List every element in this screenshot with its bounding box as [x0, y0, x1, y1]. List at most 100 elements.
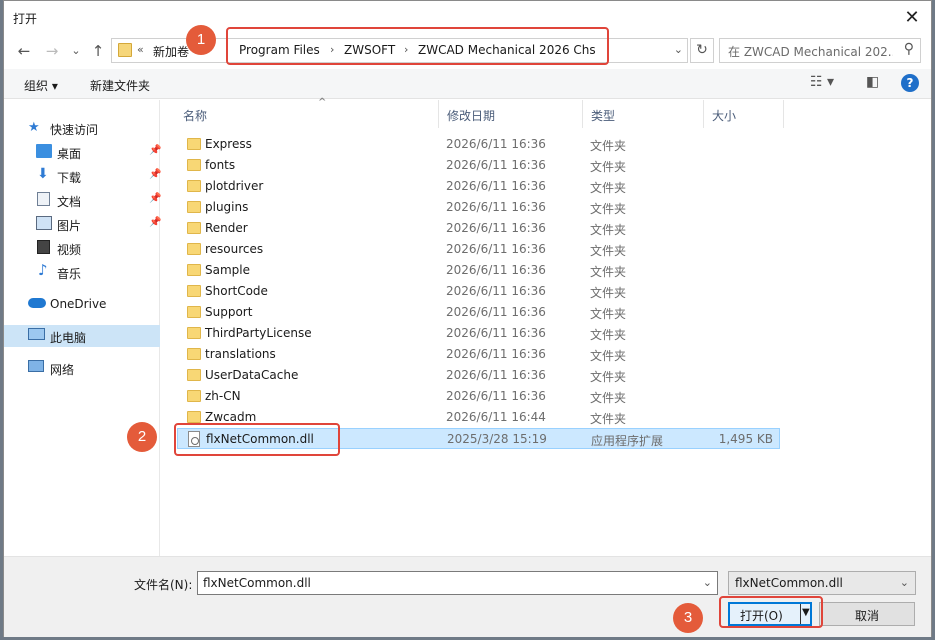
filename-label: 文件名(N): [134, 578, 193, 592]
file-modified-date: 2026/6/11 16:36 [446, 200, 546, 214]
search-placeholder: 在 ZWCAD Mechanical 202... [728, 45, 893, 59]
breadcrumb-volume[interactable]: 新加卷 [153, 43, 189, 60]
computer-icon [28, 328, 45, 340]
file-modified-date: 2026/6/11 16:36 [446, 263, 546, 277]
view-options-icon[interactable]: ☷ ▾ [810, 74, 834, 90]
filename-history-chevron-icon[interactable]: ⌄ [703, 576, 712, 589]
file-type: 文件夹 [590, 244, 627, 258]
file-row-folder[interactable]: Sample 2026/6/11 16:36 文件夹 [177, 260, 780, 281]
pin-icon[interactable]: 📌 [149, 169, 161, 180]
file-modified-date: 2026/6/11 16:36 [446, 158, 546, 172]
sidebar-item-desktop[interactable]: 桌面 📌 [4, 141, 161, 163]
annotation-badge-3: 3 [673, 603, 703, 633]
close-icon[interactable]: ✕ [899, 5, 925, 31]
search-icon[interactable]: ⚲ [904, 41, 914, 57]
folder-icon [187, 348, 201, 360]
help-icon[interactable]: ? [901, 74, 919, 92]
file-name: resources [205, 242, 264, 256]
pin-icon[interactable]: 📌 [149, 193, 161, 204]
column-header-label: 修改日期 [447, 109, 496, 123]
cancel-button[interactable]: 取消 [819, 602, 915, 626]
desktop-icon [36, 144, 52, 158]
file-modified-date: 2026/6/11 16:36 [446, 137, 546, 151]
column-header-name[interactable]: 名称 ^ [175, 97, 439, 128]
refresh-icon[interactable]: ↻ [690, 38, 714, 63]
file-name: Support [205, 305, 253, 319]
file-type: 文件夹 [590, 181, 627, 195]
folder-icon [118, 43, 132, 57]
file-type: 应用程序扩展 [591, 434, 664, 448]
sidebar-item-label: 桌面 [57, 147, 82, 161]
star-icon: ★ [28, 120, 40, 135]
file-row-folder[interactable]: UserDataCache 2026/6/11 16:36 文件夹 [177, 365, 780, 386]
sidebar-item-music[interactable]: ♪ 音乐 [4, 261, 160, 283]
file-type: 文件夹 [590, 139, 627, 153]
recent-locations-chevron-icon[interactable]: ⌄ [66, 41, 86, 61]
file-row-folder[interactable]: plotdriver 2026/6/11 16:36 文件夹 [177, 176, 780, 197]
file-modified-date: 2026/6/11 16:36 [446, 284, 546, 298]
filename-input[interactable]: flxNetCommon.dll ⌄ [197, 571, 718, 595]
file-row-folder[interactable]: zh-CN 2026/6/11 16:36 文件夹 [177, 386, 780, 407]
file-modified-date: 2026/6/11 16:36 [446, 347, 546, 361]
pin-icon[interactable]: 📌 [149, 217, 161, 228]
sidebar-item-videos[interactable]: 视频 [4, 237, 160, 259]
file-row-folder[interactable]: ShortCode 2026/6/11 16:36 文件夹 [177, 281, 780, 302]
forward-arrow-icon[interactable]: → [42, 41, 62, 61]
sidebar-item-label: 视频 [57, 243, 82, 257]
filetype-chevron-icon[interactable]: ⌄ [900, 576, 909, 589]
sidebar-item-this-pc[interactable]: 此电脑 [4, 325, 160, 347]
file-type: 文件夹 [590, 391, 627, 405]
file-type: 文件夹 [590, 286, 627, 300]
folder-icon [187, 222, 201, 234]
column-header-date[interactable]: 修改日期 [439, 100, 583, 128]
file-row-folder[interactable]: Support 2026/6/11 16:36 文件夹 [177, 302, 780, 323]
annotation-badge-2: 2 [127, 422, 157, 452]
new-folder-button[interactable]: 新建文件夹 [90, 77, 150, 94]
file-name: Render [205, 221, 248, 235]
file-row-folder[interactable]: resources 2026/6/11 16:36 文件夹 [177, 239, 780, 260]
column-header-type[interactable]: 类型 [583, 100, 704, 128]
search-input[interactable]: 在 ZWCAD Mechanical 202... ⚲ [719, 38, 921, 63]
file-row-folder[interactable]: fonts 2026/6/11 16:36 文件夹 [177, 155, 780, 176]
address-history-chevron-icon[interactable]: ⌄ [674, 43, 683, 56]
file-type: 文件夹 [590, 202, 627, 216]
file-row-folder[interactable]: translations 2026/6/11 16:36 文件夹 [177, 344, 780, 365]
filetype-value: flxNetCommon.dll [735, 576, 843, 590]
sidebar-item-network[interactable]: 网络 [4, 357, 160, 379]
file-row-folder[interactable]: plugins 2026/6/11 16:36 文件夹 [177, 197, 780, 218]
folder-icon [187, 411, 201, 423]
organize-menu-button[interactable]: 组织 ▾ [24, 77, 58, 94]
preview-pane-icon[interactable]: ◧ [866, 74, 879, 90]
highlight-open-button [719, 596, 823, 628]
up-arrow-icon[interactable]: ↑ [88, 41, 108, 61]
pin-icon[interactable]: 📌 [149, 145, 161, 156]
cancel-button-label: 取消 [854, 609, 879, 623]
file-type: 文件夹 [590, 328, 627, 342]
file-modified-date: 2026/6/11 16:36 [446, 242, 546, 256]
sidebar-item-pictures[interactable]: 图片 📌 [4, 213, 161, 235]
folder-icon [187, 369, 201, 381]
download-icon: ⬇ [37, 166, 49, 182]
sidebar-item-onedrive[interactable]: OneDrive [4, 293, 160, 315]
file-type: 文件夹 [590, 412, 627, 426]
back-arrow-icon[interactable]: ← [14, 41, 34, 61]
file-row-folder[interactable]: ThirdPartyLicense 2026/6/11 16:36 文件夹 [177, 323, 780, 344]
sidebar-item-documents[interactable]: 文档 📌 [4, 189, 161, 211]
column-header-size[interactable]: 大小 [704, 100, 784, 128]
highlight-address-path [226, 27, 609, 65]
file-row-folder[interactable]: Render 2026/6/11 16:36 文件夹 [177, 218, 780, 239]
sidebar-item-quick-access[interactable]: ★ 快速访问 [4, 117, 160, 139]
filetype-select[interactable]: flxNetCommon.dll ⌄ [728, 571, 916, 595]
file-list: 名称 ^ 修改日期 类型 大小 Express 2026/6/11 16:36 文件… [161, 97, 931, 556]
folder-icon [187, 264, 201, 276]
music-icon: ♪ [38, 261, 48, 279]
file-modified-date: 2026/6/11 16:36 [446, 179, 546, 193]
folder-icon [187, 306, 201, 318]
breadcrumb-overflow[interactable]: « [137, 43, 144, 56]
file-modified-date: 2026/6/11 16:36 [446, 221, 546, 235]
column-header-label: 大小 [712, 109, 737, 123]
file-name: fonts [205, 158, 236, 172]
file-modified-date: 2026/6/11 16:44 [446, 410, 546, 424]
file-row-folder[interactable]: Express 2026/6/11 16:36 文件夹 [177, 134, 780, 155]
sidebar-item-downloads[interactable]: ⬇ 下载 📌 [4, 165, 161, 187]
